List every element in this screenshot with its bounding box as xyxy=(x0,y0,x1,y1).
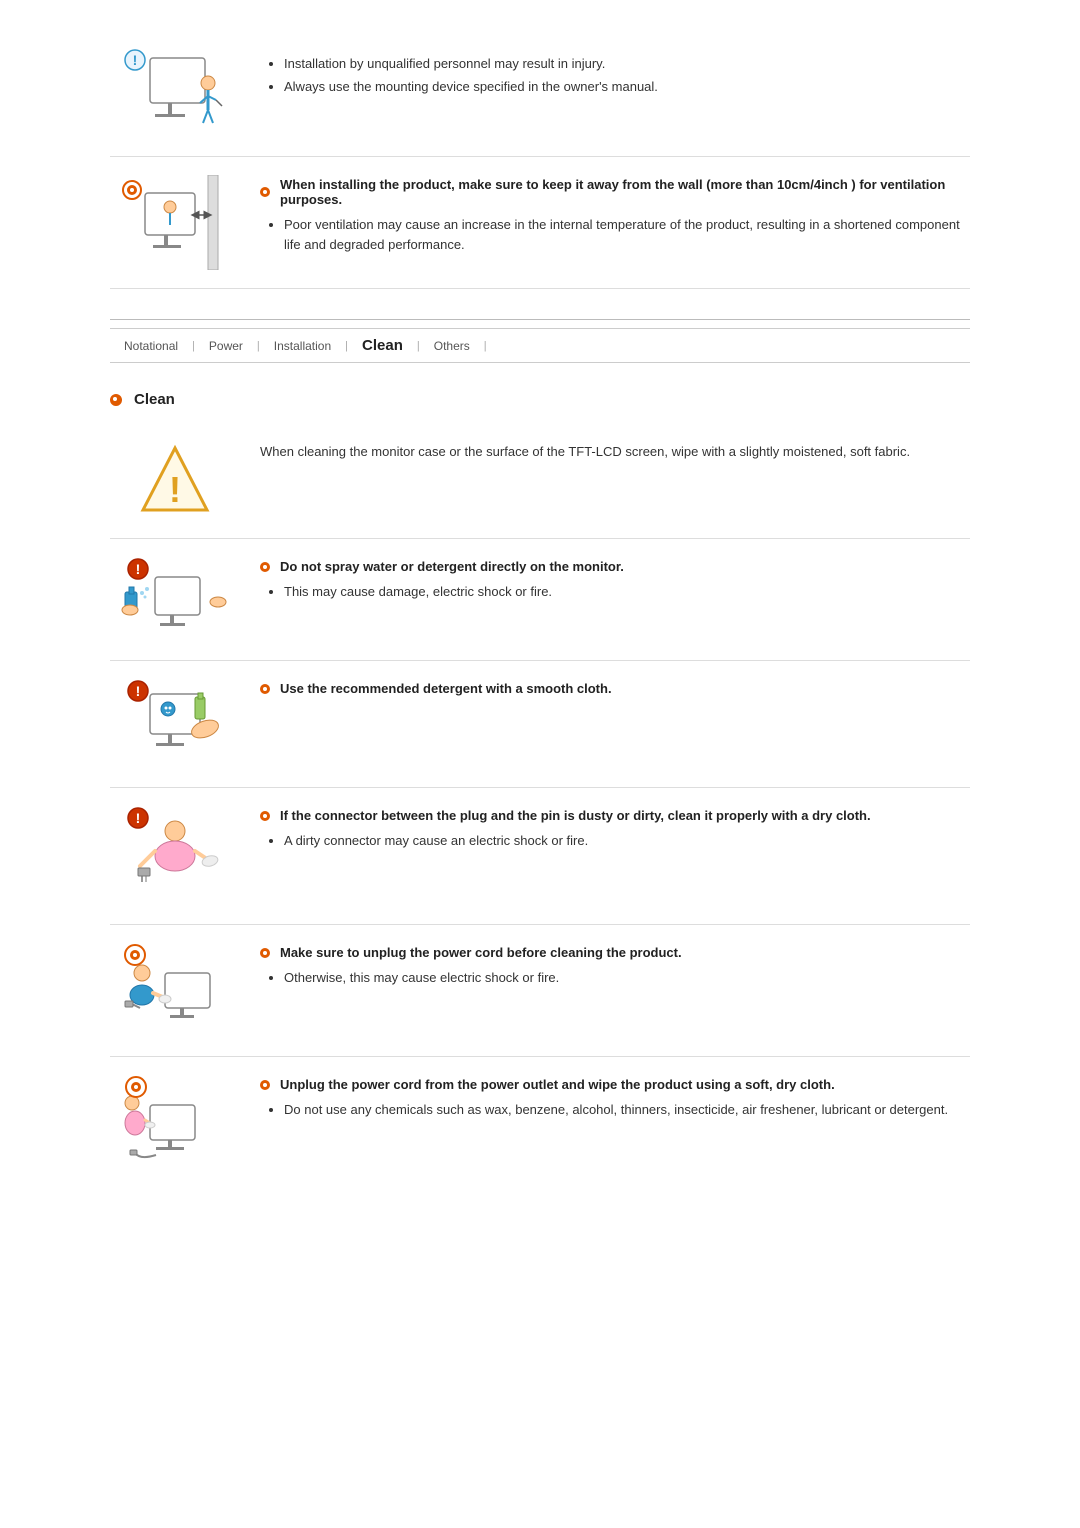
tab-power[interactable]: Power xyxy=(195,337,257,355)
clean-unplug-row: Make sure to unplug the power cord befor… xyxy=(110,925,970,1057)
clean-unplug-content: Make sure to unplug the power cord befor… xyxy=(260,943,970,991)
svg-text:!: ! xyxy=(133,52,138,68)
clean-detergent-row: ! Use the recommended detergent with a s… xyxy=(110,661,970,788)
orange-dot xyxy=(260,187,270,197)
caution-triangle-icon: ! xyxy=(135,440,215,520)
clean-unplug-title: Make sure to unplug the power cord befor… xyxy=(260,945,970,960)
clean-no-spray-row: ! Do not spray water or detergent direct… xyxy=(110,539,970,661)
clean-intro-text: When cleaning the monitor case or the su… xyxy=(260,442,970,462)
clean-connector-row: ! If the connector between the plug and … xyxy=(110,788,970,925)
clean-intro-row: ! When cleaning the monitor case or the … xyxy=(110,422,970,539)
orange-dot6 xyxy=(260,1080,270,1090)
ventilation-image xyxy=(110,175,240,270)
bullet-item: Poor ventilation may cause an increase i… xyxy=(284,215,970,254)
detergent-icon: ! xyxy=(120,679,230,769)
install-warning-content: Installation by unqualified personnel ma… xyxy=(260,48,970,99)
bullet-item: Do not use any chemicals such as wax, be… xyxy=(284,1100,970,1120)
ventilation-content: When installing the product, make sure t… xyxy=(260,175,970,257)
ventilation-bullets: Poor ventilation may cause an increase i… xyxy=(260,215,970,254)
page-container: ! Installation by unqualified personnel … xyxy=(90,0,990,1223)
install-warning-row: ! Installation by unqualified personnel … xyxy=(110,30,970,157)
svg-text:!: ! xyxy=(169,469,181,510)
clean-wipe-title: Unplug the power cord from the power out… xyxy=(260,1077,970,1092)
clean-heading: Clean xyxy=(110,381,970,422)
bullet-item: Always use the mounting device specified… xyxy=(284,77,970,97)
clean-unplug-bullets: Otherwise, this may cause electric shock… xyxy=(260,968,970,988)
clean-connector-title: If the connector between the plug and th… xyxy=(260,808,970,823)
clean-intro-content: When cleaning the monitor case or the su… xyxy=(260,440,970,462)
clean-connector-bullets: A dirty connector may cause an electric … xyxy=(260,831,970,851)
ventilation-row: When installing the product, make sure t… xyxy=(110,157,970,289)
connector-icon: ! xyxy=(120,806,230,906)
orange-dot4 xyxy=(260,811,270,821)
clean-heading-label: Clean xyxy=(134,391,175,408)
clean-wipe-image xyxy=(110,1075,240,1175)
nav-tabs: Notational | Power | Installation | Clea… xyxy=(110,328,970,363)
clean-heading-dot xyxy=(110,394,122,406)
clean-detergent-content: Use the recommended detergent with a smo… xyxy=(260,679,970,704)
clean-intro-image: ! xyxy=(110,440,240,520)
orange-dot3 xyxy=(260,684,270,694)
svg-text:!: ! xyxy=(136,683,141,699)
no-spray-icon: ! xyxy=(120,557,230,642)
orange-dot2 xyxy=(260,562,270,572)
ventilation-icon xyxy=(120,175,230,270)
tab-others[interactable]: Others xyxy=(420,337,484,355)
bullet-item: This may cause damage, electric shock or… xyxy=(284,582,970,602)
clean-no-spray-image: ! xyxy=(110,557,240,642)
clean-unplug-image xyxy=(110,943,240,1038)
tab-notational[interactable]: Notational xyxy=(110,337,192,355)
clean-no-spray-title: Do not spray water or detergent directly… xyxy=(260,559,970,574)
install-person-icon: ! xyxy=(120,48,230,138)
bullet-item: Installation by unqualified personnel ma… xyxy=(284,54,970,74)
clean-wipe-bullets: Do not use any chemicals such as wax, be… xyxy=(260,1100,970,1120)
clean-connector-image: ! xyxy=(110,806,240,906)
clean-wipe-row: Unplug the power cord from the power out… xyxy=(110,1057,970,1193)
clean-detergent-image: ! xyxy=(110,679,240,769)
svg-text:!: ! xyxy=(136,561,141,577)
unplug-icon xyxy=(120,943,230,1038)
clean-connector-content: If the connector between the plug and th… xyxy=(260,806,970,854)
bullet-item: A dirty connector may cause an electric … xyxy=(284,831,970,851)
clean-wipe-content: Unplug the power cord from the power out… xyxy=(260,1075,970,1123)
clean-no-spray-content: Do not spray water or detergent directly… xyxy=(260,557,970,605)
tab-installation[interactable]: Installation xyxy=(260,337,345,355)
wipe-icon xyxy=(120,1075,230,1175)
bullet-item: Otherwise, this may cause electric shock… xyxy=(284,968,970,988)
install-warning-image: ! xyxy=(110,48,240,138)
ventilation-title: When installing the product, make sure t… xyxy=(260,177,970,207)
orange-dot5 xyxy=(260,948,270,958)
clean-no-spray-bullets: This may cause damage, electric shock or… xyxy=(260,582,970,602)
svg-text:!: ! xyxy=(136,810,141,826)
tab-clean[interactable]: Clean xyxy=(348,335,417,356)
clean-detergent-title: Use the recommended detergent with a smo… xyxy=(260,681,970,696)
install-warning-bullets: Installation by unqualified personnel ma… xyxy=(260,54,970,96)
